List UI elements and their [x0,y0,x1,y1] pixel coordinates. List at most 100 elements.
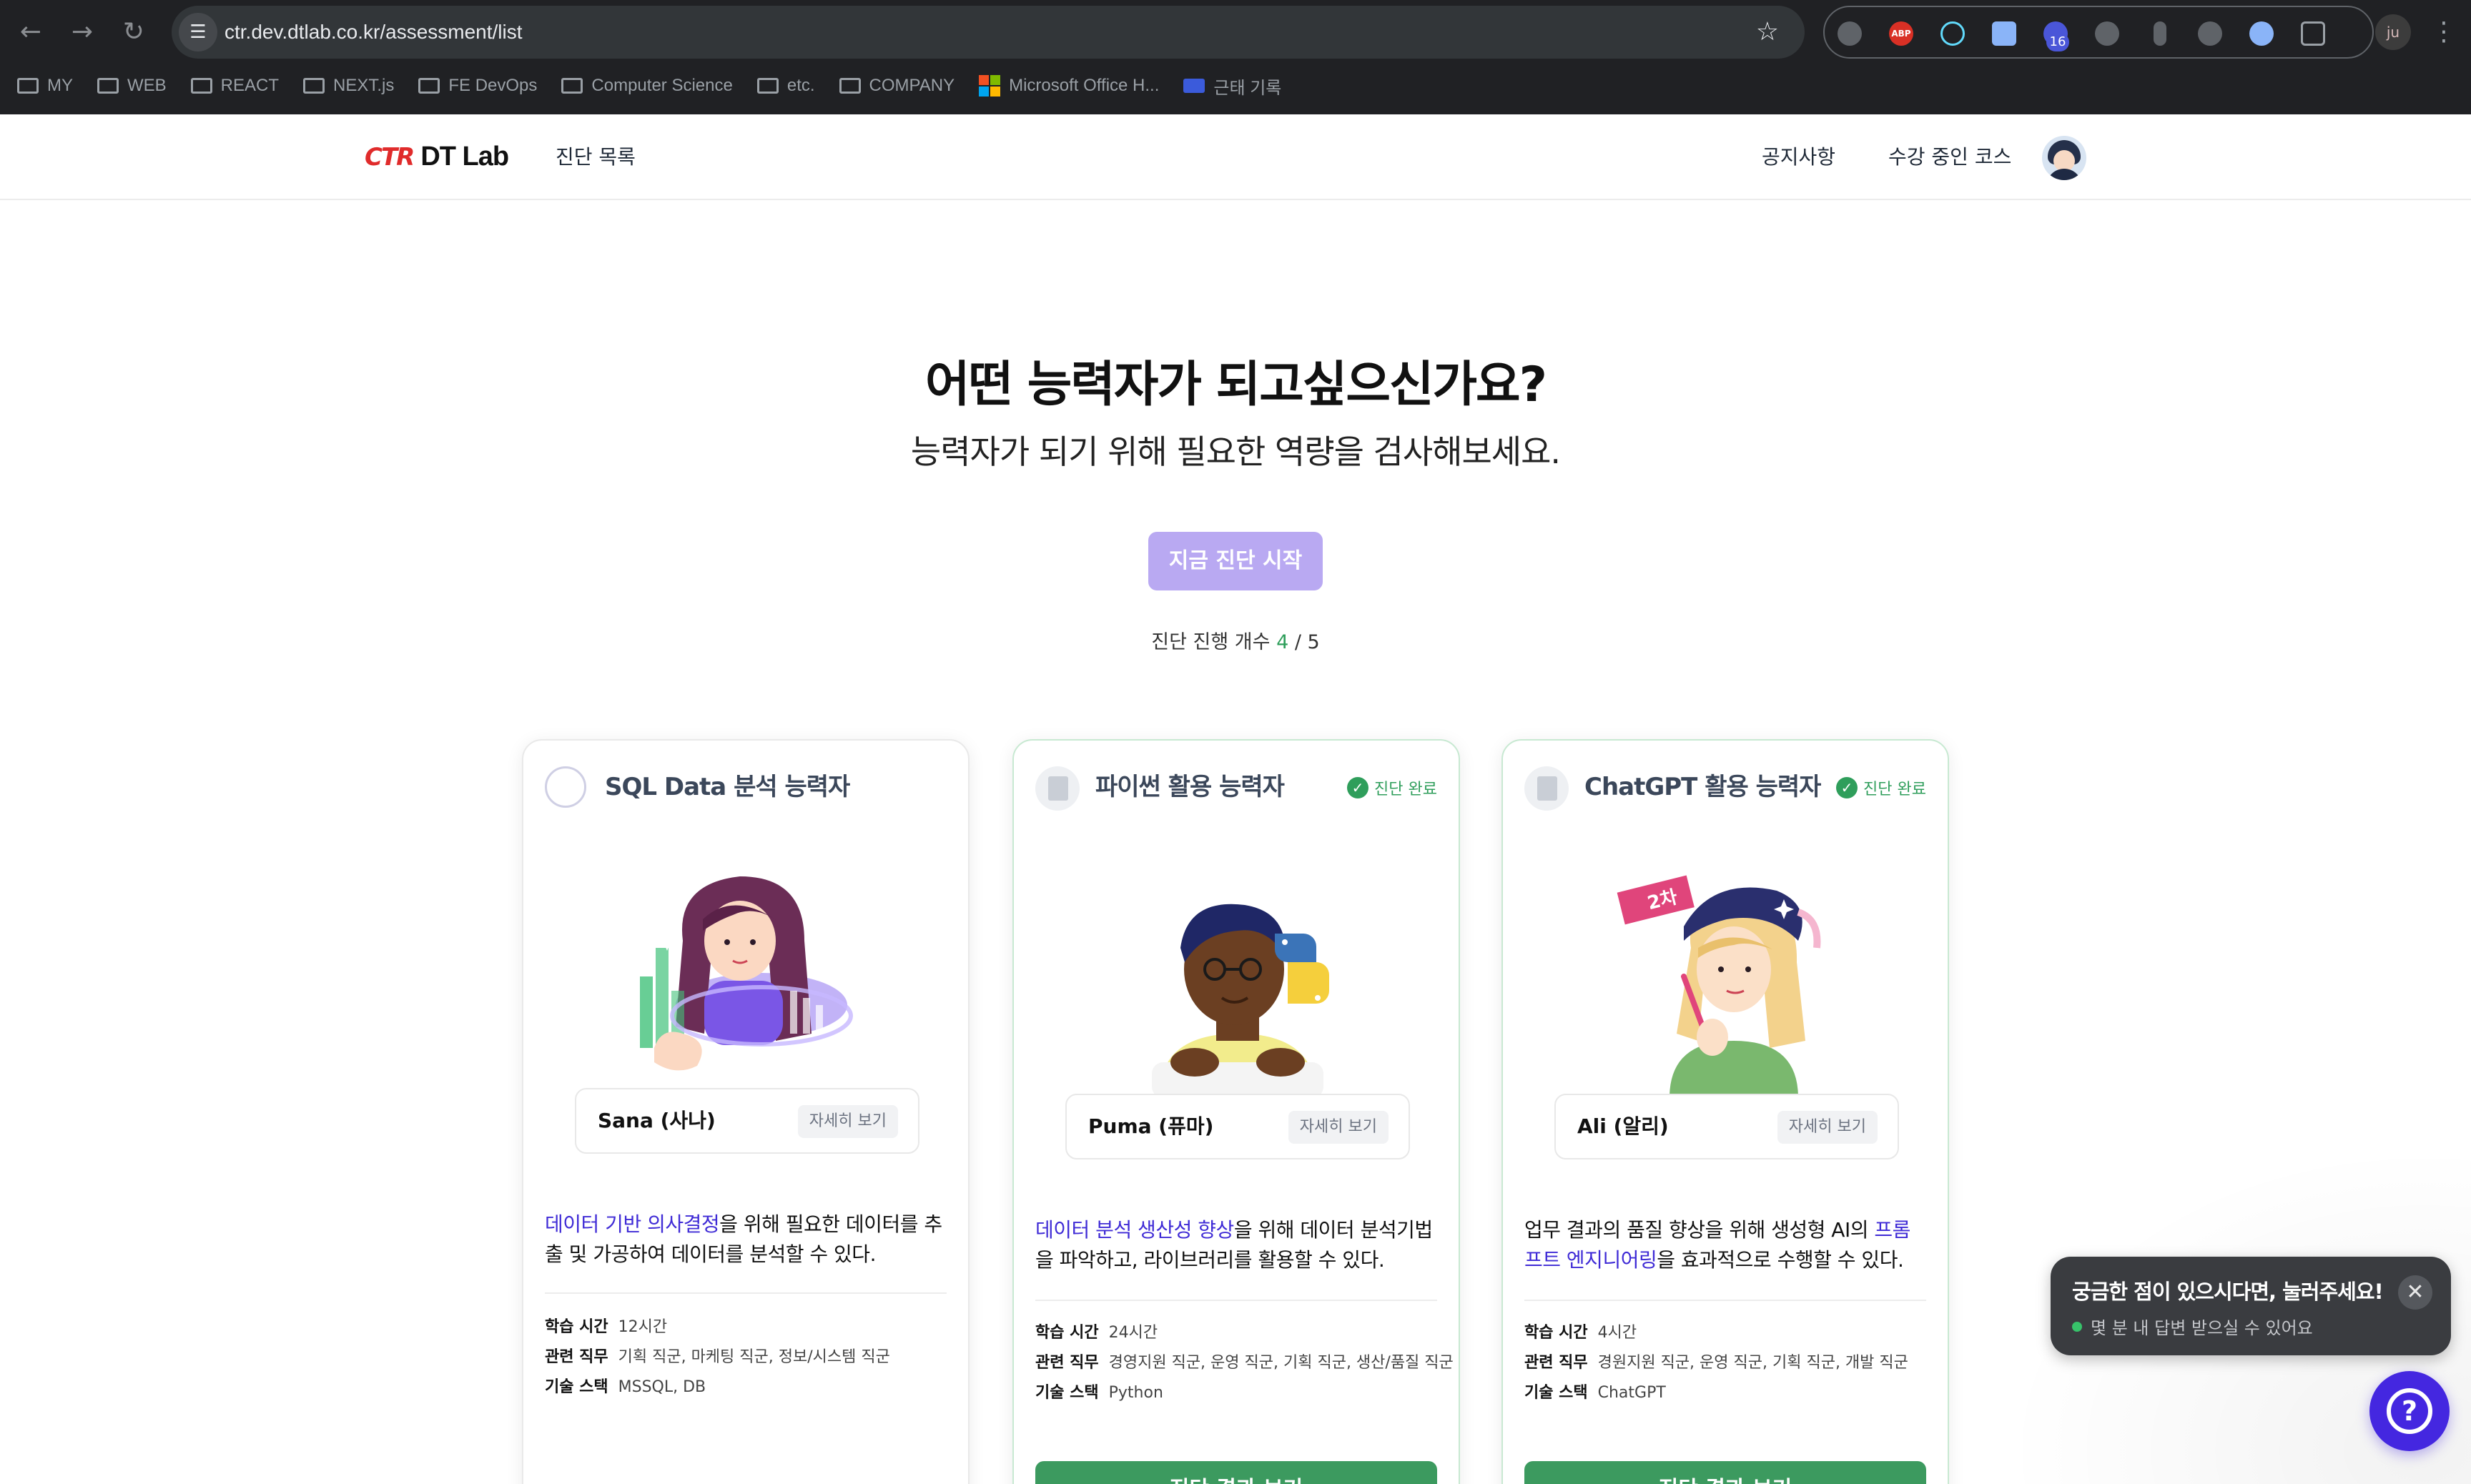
related-jobs-value: 경영지원 직군, 운영 직군, 기획 직군, 생산/품질 직군 [1108,1354,1454,1372]
bookmark-star-icon[interactable]: ☆ [1756,6,1779,59]
timer-extension-icon[interactable] [1838,21,1862,46]
mentor-name: Puma (퓨마) [1088,1114,1214,1138]
extension-icon[interactable] [2198,21,2222,46]
progress-separator: / [1288,631,1308,653]
mentor-chip: Ali (알리) 자세히 보기 [1554,1094,1899,1159]
bookmark-item[interactable]: WEB [97,76,167,96]
related-jobs-value: 경원지원 직군, 운영 직군, 기획 직군, 개발 직군 [1597,1354,1908,1372]
microsoft-logo-icon [979,75,1001,97]
card-meta: 학습 시간 4시간 관련 직무 경원지원 직군, 운영 직군, 기획 직군, 개발 … [1524,1318,1933,1408]
link-favicon-icon [1183,79,1205,93]
details-button[interactable]: 자세히 보기 [1777,1111,1878,1144]
card-meta: 학습 시간 24시간 관련 직무 경영지원 직군, 운영 직군, 기획 직군, 생산… [1035,1318,1454,1408]
browser-menu-icon[interactable]: ⋮ [2431,14,2457,50]
description-prefix: 업무 결과의 품질 향상을 위해 생성형 AI의 [1524,1218,1875,1242]
progress-total-count: 5 [1307,631,1320,653]
description-highlight: 데이터 분석 생산성 향상 [1035,1218,1234,1242]
folder-icon [839,78,861,94]
folder-icon [561,78,583,94]
related-jobs-label: 관련 직무 [1524,1354,1588,1372]
check-icon: ✓ [1347,777,1369,798]
logo-dtlab-text: DT Lab [420,142,509,172]
related-jobs-value: 기획 직군, 마케팅 직군, 정보/시스템 직군 [618,1348,890,1366]
chat-prompt-title: 궁금한 점이 있으시다면, 눌러주세요! [2072,1280,2384,1304]
card-divider [1035,1300,1437,1301]
profile-avatar[interactable]: ju [2375,14,2411,50]
related-jobs-label: 관련 직무 [545,1348,608,1366]
related-jobs-label: 관련 직무 [1035,1354,1099,1372]
study-time-label: 학습 시간 [1524,1324,1588,1342]
reload-icon[interactable]: ↻ [119,17,149,47]
assessment-card-chatgpt[interactable]: ChatGPT 활용 능력자 ✓ 진단 완료 2차 Ali (알리) 자세히 보… [1501,739,1949,1484]
select-circle-icon[interactable] [545,766,586,808]
folder-icon [418,78,440,94]
chat-prompt-popup[interactable]: 궁금한 점이 있으시다면, 눌러주세요! 몇 분 내 답변 받으실 수 있어요 … [2051,1257,2451,1355]
extension-count-badge: 16 [2046,33,2069,51]
extensions-puzzle-icon[interactable] [2301,21,2325,46]
description-text: 을 효과적으로 수행할 수 있다. [1657,1248,1904,1272]
bookmark-item[interactable]: Microsoft Office H... [979,75,1159,97]
mentor-chip: Sana (사나) 자세히 보기 [575,1088,919,1154]
start-assessment-button[interactable]: 지금 진단 시작 [1148,532,1323,590]
nav-my-courses[interactable]: 수강 중인 코스 [1888,114,2011,200]
back-arrow-icon[interactable]: ← [16,17,46,47]
details-button[interactable]: 자세히 보기 [1288,1111,1389,1144]
tech-stack-label: 기술 스택 [1524,1384,1588,1402]
extension-icon[interactable] [2249,21,2274,46]
nav-notice[interactable]: 공지사항 [1762,114,1835,200]
extension-icon[interactable] [2154,21,2166,46]
card-title: 파이썬 활용 능력자 [1095,773,1285,801]
forward-arrow-icon[interactable]: → [67,17,97,47]
study-time-value: 24시간 [1108,1324,1158,1342]
mentor-name: Ali (알리) [1577,1114,1669,1138]
progress-done-count: 4 [1276,631,1289,653]
question-icon: ? [2387,1388,2432,1434]
bookmark-item[interactable]: 근태 기록 [1183,74,1281,99]
details-button[interactable]: 자세히 보기 [797,1105,898,1138]
assessment-card-python[interactable]: 파이썬 활용 능력자 ✓ 진단 완료 Puma (퓨마) 자세히 보기 데이터 … [1012,739,1460,1484]
bookmark-label: REACT [220,76,280,95]
folder-icon [97,78,119,94]
bookmark-label: MY [47,76,73,95]
bookmark-item[interactable]: etc. [756,76,815,96]
browser-chrome: ← → ↻ ☰ ctr.dev.dtlab.co.kr/assessment/l… [0,0,2471,114]
folder-icon [303,78,325,94]
nav-assessment-list[interactable]: 진단 목록 [556,114,636,200]
bookmark-item[interactable]: MY [17,76,73,96]
bookmark-item[interactable]: COMPANY [839,76,955,96]
assessment-card-sql[interactable]: SQL Data 분석 능력자 Sana (사나) 자세히 보기 데이터 기반 … [522,739,970,1484]
adblock-extension-icon[interactable]: ABP [1889,21,1913,46]
study-time-label: 학습 시간 [545,1318,608,1336]
close-icon[interactable]: ✕ [2398,1275,2432,1310]
bookmark-item[interactable]: NEXT.js [303,76,394,96]
tech-stack-value: Python [1108,1384,1163,1402]
ctr-dtlab-logo[interactable]: CTR DT Lab [365,142,509,172]
mail-extension-icon[interactable] [1992,21,2016,46]
logo-ctr-mark: CTR [365,142,415,172]
address-bar[interactable]: ☰ ctr.dev.dtlab.co.kr/assessment/list ☆ [172,6,1805,59]
completed-label: 진단 완료 [1374,781,1437,798]
bookmark-label: 근태 기록 [1213,78,1282,98]
book-icon [1035,766,1080,811]
url-text[interactable]: ctr.dev.dtlab.co.kr/assessment/list [225,6,523,59]
mentor-name: Sana (사나) [598,1109,716,1132]
bookmark-item[interactable]: FE DevOps [418,76,537,96]
tech-stack-value: MSSQL, DB [618,1378,706,1396]
bookmark-item[interactable]: Computer Science [561,76,733,96]
check-icon: ✓ [1836,777,1858,798]
extension-icon[interactable] [2095,21,2119,46]
chat-help-button[interactable]: ? [2369,1371,2450,1451]
react-devtools-icon[interactable] [1940,21,1965,46]
card-title: ChatGPT 활용 능력자 [1584,773,1821,801]
progress-label: 진단 진행 개수 [1151,631,1271,653]
card-divider [1524,1300,1926,1301]
page-title: 어떤 능력자가 되고싶으신가요? [924,357,1547,413]
user-avatar[interactable] [2042,136,2086,180]
bookmark-label: Computer Science [591,76,733,95]
view-result-button[interactable]: 진단 결과 보기 [1035,1461,1437,1484]
card-meta: 학습 시간 12시간 관련 직무 기획 직군, 마케팅 직군, 정보/시스템 직군 … [545,1312,954,1403]
site-settings-icon[interactable]: ☰ [179,13,217,51]
tech-stack-label: 기술 스택 [1035,1384,1099,1402]
view-result-button[interactable]: 진단 결과 보기 [1524,1461,1926,1484]
bookmark-item[interactable]: REACT [190,76,280,96]
